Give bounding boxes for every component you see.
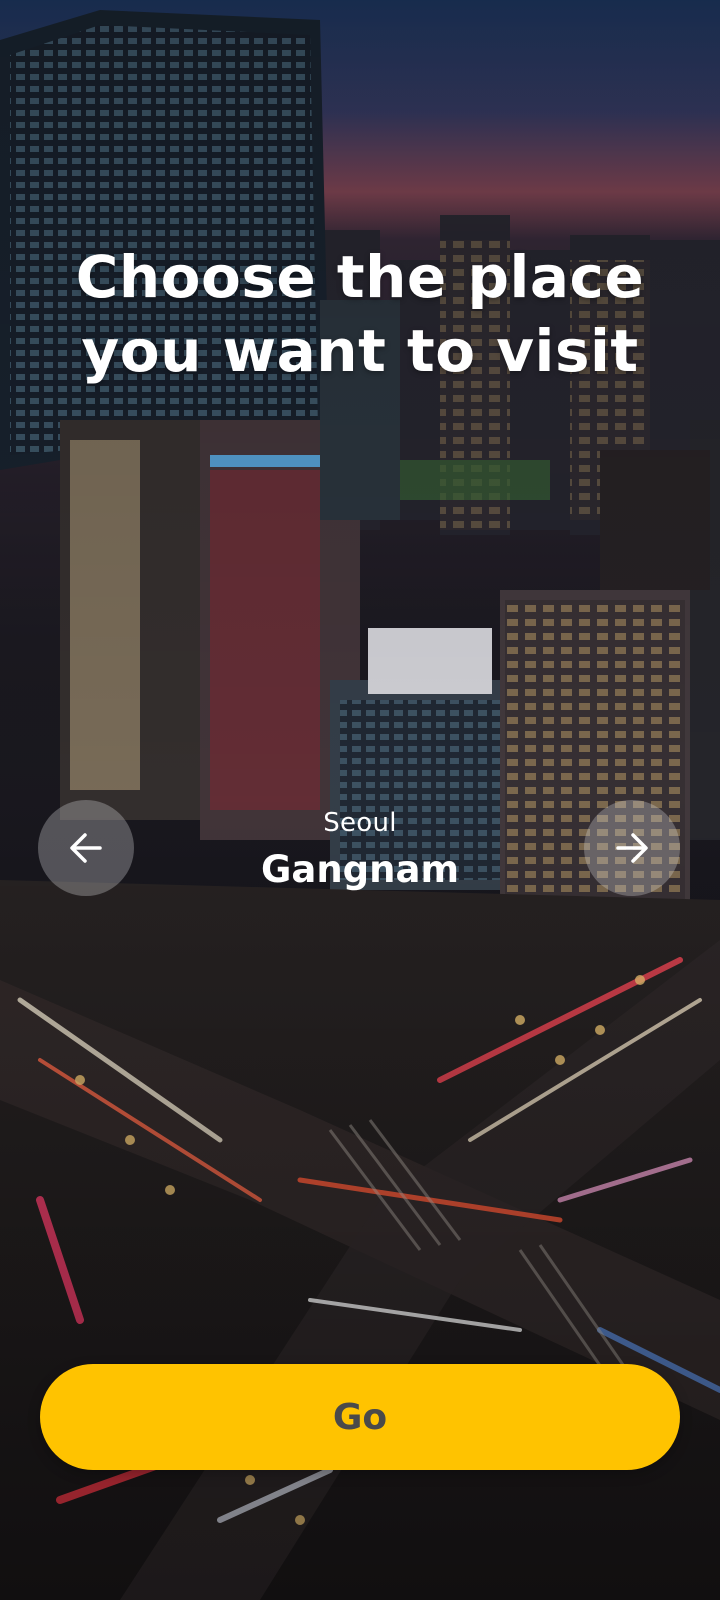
district-label: Gangnam: [260, 848, 460, 891]
place-picker-screen: Choose the place you want to visit Seoul…: [0, 0, 720, 1600]
page-title-line-2: you want to visit: [81, 317, 639, 385]
page-title-line-1: Choose the place: [75, 243, 645, 311]
city-label: Seoul: [323, 808, 397, 838]
page-title: Choose the place you want to visit: [0, 240, 720, 388]
go-button[interactable]: Go: [40, 1364, 680, 1470]
